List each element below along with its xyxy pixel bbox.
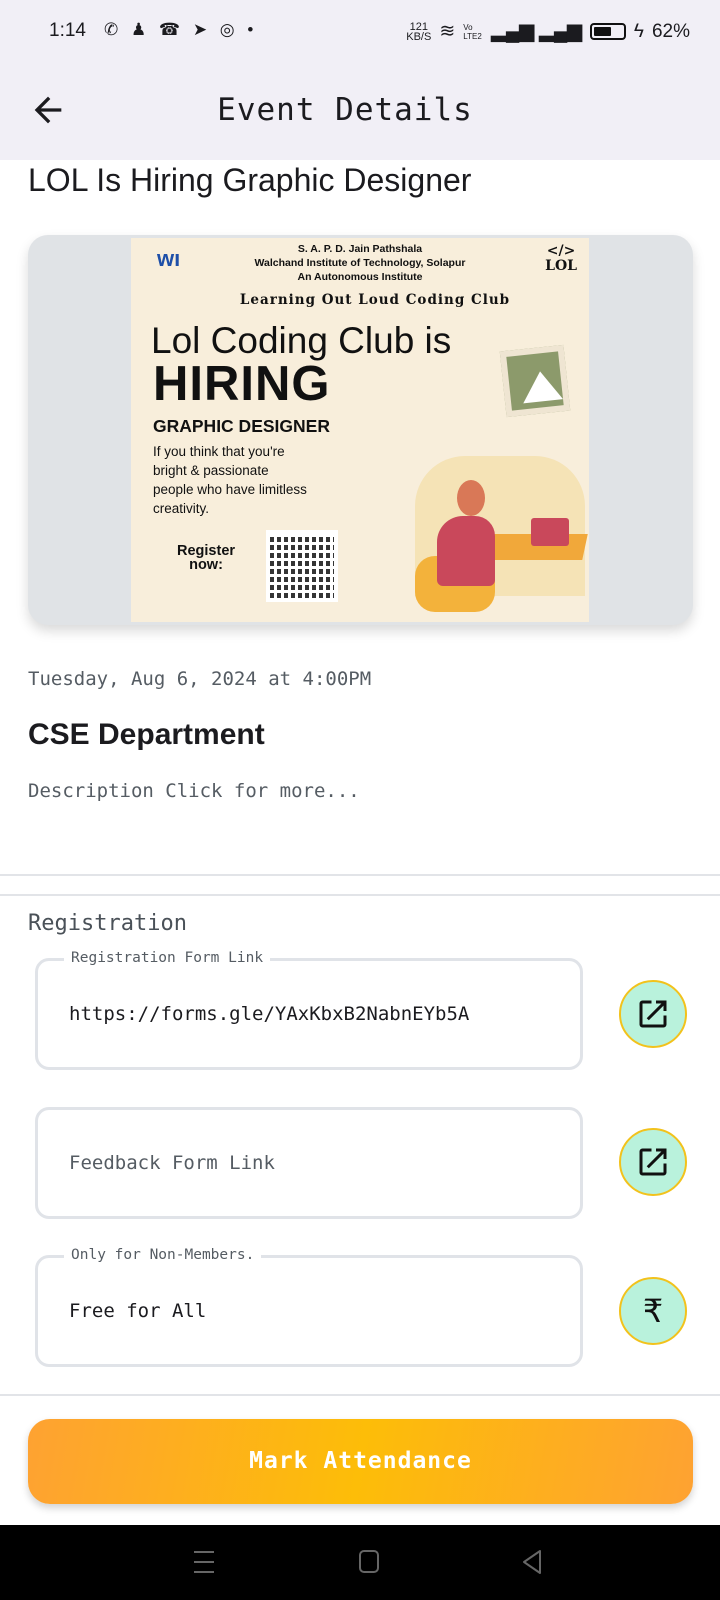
wifi-icon: ≋: [439, 21, 456, 42]
event-poster-card[interactable]: wı S. A. P. D. Jain Pathshala Walchand I…: [28, 235, 693, 625]
payment-button[interactable]: ₹: [619, 1277, 687, 1345]
battery-percent: 62%: [651, 20, 690, 42]
feedback-form-link-field[interactable]: Feedback Form Link: [35, 1107, 583, 1219]
open-in-new-icon: [639, 1148, 667, 1176]
recent-apps-icon[interactable]: [192, 1549, 216, 1575]
event-title: LOL Is Hiring Graphic Designer: [28, 162, 472, 198]
back-nav-icon[interactable]: [521, 1549, 543, 1575]
photo-illustration: [499, 344, 571, 418]
notification-icons: ✆ ♟ ☎ ➤ ◎ •: [104, 20, 258, 39]
divider: [0, 874, 720, 876]
open-registration-link-button[interactable]: [619, 980, 687, 1048]
charging-icon: ϟ: [633, 20, 644, 42]
app-bar: Event Details: [0, 60, 720, 160]
status-bar: 1:14 ✆ ♟ ☎ ➤ ◎ • 121 KB/S ≋ Vo LTE2 ▂▄▆ ▂…: [0, 0, 720, 60]
club-logo: </> LOL: [545, 243, 577, 274]
system-nav-bar: [0, 1525, 720, 1600]
event-description[interactable]: Description Click for more...: [28, 780, 360, 802]
event-datetime: Tuesday, Aug 6, 2024 at 4:00PM: [28, 668, 372, 690]
volte-icon: Vo LTE2: [463, 22, 482, 41]
designer-illustration: [415, 456, 588, 614]
network-speed: 121 KB/S: [406, 20, 432, 43]
open-in-new-icon: [639, 1000, 667, 1028]
page-title: Event Details: [217, 92, 473, 128]
signal-icon: ▂▄▆ ▂▄▆: [491, 21, 582, 42]
status-time: 1:14: [49, 20, 86, 41]
battery-icon: [589, 23, 626, 40]
divider: [0, 1394, 720, 1396]
home-icon[interactable]: [358, 1549, 380, 1575]
registration-form-link-field[interactable]: Registration Form Link https://forms.gle…: [35, 950, 583, 1070]
registration-heading: Registration: [28, 911, 187, 936]
qr-code: [266, 530, 338, 602]
event-department: CSE Department: [28, 718, 265, 751]
fee-field[interactable]: Only for Non-Members. Free for All: [35, 1247, 583, 1367]
event-poster: wı S. A. P. D. Jain Pathshala Walchand I…: [131, 238, 589, 622]
rupee-icon: ₹: [642, 1293, 664, 1329]
open-feedback-link-button[interactable]: [619, 1128, 687, 1196]
mark-attendance-button[interactable]: Mark Attendance: [28, 1419, 693, 1504]
divider: [0, 894, 720, 896]
